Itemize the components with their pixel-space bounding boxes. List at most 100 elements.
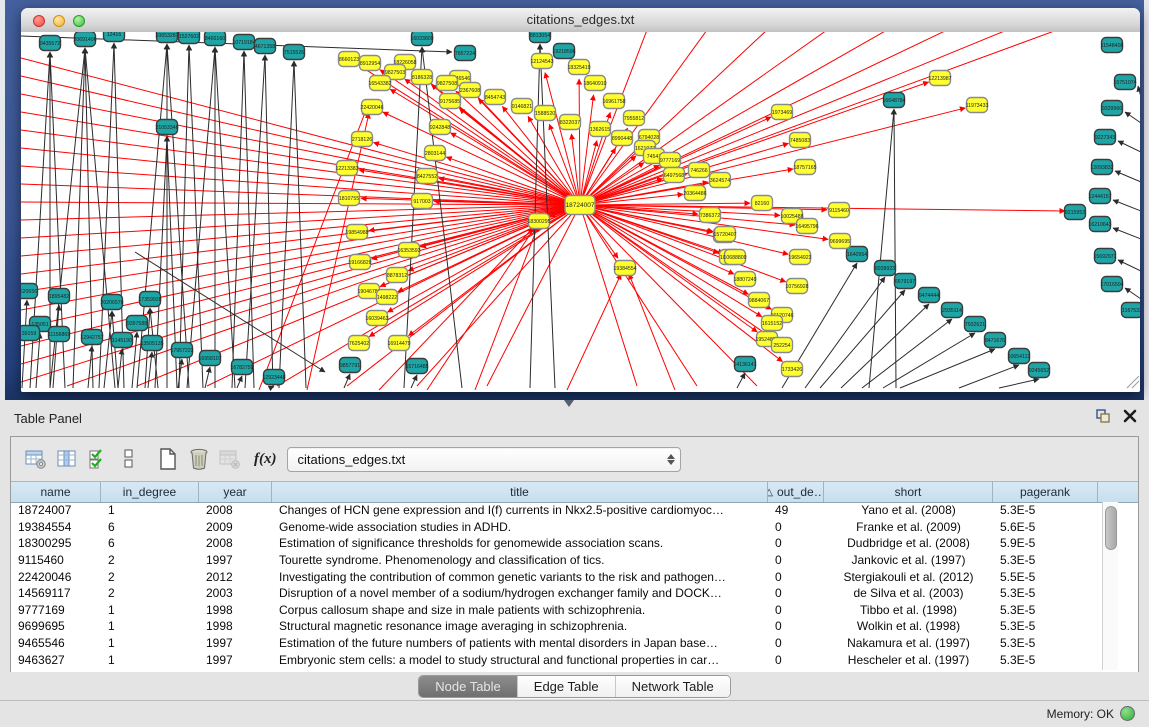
graph-node[interactable]: 7485083 bbox=[790, 133, 811, 148]
graph-node[interactable]: 7625402 bbox=[349, 336, 370, 351]
graph-node[interactable]: 8878312 bbox=[387, 268, 408, 283]
graph-node[interactable]: 7857224 bbox=[455, 46, 476, 61]
graph-node[interactable]: 18757165 bbox=[793, 160, 816, 175]
column-header-title[interactable]: title bbox=[272, 482, 768, 502]
graph-node[interactable]: 16648784 bbox=[882, 93, 905, 108]
table-row[interactable]: 969969511998Structural magnetic resonanc… bbox=[11, 618, 1102, 635]
graph-node[interactable]: 15751074 bbox=[1113, 75, 1136, 90]
graph-node[interactable]: 16961758 bbox=[602, 94, 625, 109]
graph-node[interactable]: 18325419 bbox=[567, 60, 590, 75]
window-resize-grip-icon[interactable] bbox=[1127, 376, 1139, 388]
graph-node[interactable]: 18640910 bbox=[583, 76, 606, 91]
graph-node[interactable]: 8466160 bbox=[205, 32, 226, 46]
graph-node[interactable]: 8471676 bbox=[985, 333, 1006, 348]
graph-node[interactable]: 6497568 bbox=[664, 168, 685, 183]
graph-node[interactable]: 2803144 bbox=[425, 146, 446, 161]
graph-node[interactable]: 16782759 bbox=[230, 360, 253, 375]
graph-node[interactable]: 19384554 bbox=[613, 261, 636, 276]
graph-node[interactable]: 9884067 bbox=[749, 293, 770, 308]
graph-node[interactable]: 19218596 bbox=[552, 44, 575, 59]
tab-network-table[interactable]: Network Table bbox=[616, 676, 730, 697]
graph-node[interactable]: 19854988 bbox=[345, 225, 368, 240]
graph-node[interactable]: 7932621 bbox=[965, 317, 986, 332]
graph-node[interactable]: 8427552 bbox=[417, 169, 438, 184]
graph-node[interactable]: 16543382 bbox=[368, 76, 391, 91]
graph-node[interactable]: 22420046 bbox=[360, 100, 383, 115]
graph-node[interactable]: 12213987 bbox=[928, 71, 951, 86]
delete-table-icon[interactable] bbox=[217, 446, 243, 472]
graph-node[interactable]: 12213383 bbox=[335, 161, 358, 176]
graph-node[interactable]: 8938923 bbox=[875, 261, 896, 276]
graph-node[interactable]: 12923448 bbox=[262, 370, 285, 385]
graph-node[interactable]: 2367608 bbox=[460, 83, 481, 98]
table-row[interactable]: 1830029562008Estimation of significance … bbox=[11, 535, 1102, 552]
table-settings-icon[interactable] bbox=[23, 446, 49, 472]
graph-node[interactable]: 9474444 bbox=[919, 288, 940, 303]
graph-node[interactable]: 2935114 bbox=[942, 303, 963, 318]
show-columns-icon[interactable] bbox=[54, 446, 80, 472]
graph-node[interactable]: 1362615 bbox=[590, 122, 611, 137]
graph-node[interactable]: 16210643 bbox=[1088, 217, 1111, 232]
network-canvas[interactable]: 9435572 20691406 12416 106532871527602 84661… bbox=[21, 32, 1140, 392]
graph-node[interactable]: 9227343 bbox=[1095, 130, 1116, 145]
graph-node[interactable]: 14136141 bbox=[733, 357, 756, 372]
graph-node[interactable]: 19654923 bbox=[788, 250, 811, 265]
column-header-in_degree[interactable]: in_degree bbox=[101, 482, 199, 502]
graph-node[interactable]: 1895482 bbox=[49, 289, 70, 304]
graph-node[interactable]: 20691406 bbox=[73, 32, 96, 47]
table-row[interactable]: 1456911722003Disruption of a novel membe… bbox=[11, 585, 1102, 602]
network-window-titlebar[interactable]: citations_edges.txt bbox=[21, 8, 1140, 33]
graph-node[interactable]: 15716485 bbox=[405, 359, 428, 374]
function-builder-icon[interactable]: f(x) bbox=[254, 451, 277, 468]
graph-node[interactable]: 10688809 bbox=[723, 250, 746, 265]
column-header-short[interactable]: short bbox=[824, 482, 993, 502]
graph-node[interactable]: 1810755 bbox=[339, 191, 360, 206]
graph-node[interactable]: 9699695 bbox=[830, 234, 851, 249]
graph-node[interactable]: 16033809 bbox=[410, 32, 433, 46]
graph-node[interactable]: 16495796 bbox=[795, 219, 818, 234]
graph-node[interactable]: 9857791 bbox=[340, 358, 361, 373]
graph-node[interactable]: 8912954 bbox=[360, 56, 381, 71]
graph-node[interactable]: 917003 bbox=[412, 194, 433, 209]
table-row[interactable]: 1938455462009Genome-wide association stu… bbox=[11, 519, 1102, 536]
graph-node[interactable]: 4671358 bbox=[255, 39, 276, 54]
float-panel-icon[interactable] bbox=[1095, 408, 1111, 429]
graph-node[interactable]: 9242848 bbox=[430, 120, 451, 135]
graph-node[interactable]: 82160 bbox=[752, 196, 773, 211]
graph-node[interactable]: 12416 bbox=[104, 32, 125, 42]
graph-node[interactable]: 15692971 bbox=[1093, 249, 1116, 264]
graph-node[interactable]: 12093832 bbox=[1090, 160, 1113, 175]
graph-node[interactable]: 7515526 bbox=[284, 45, 305, 60]
graph-node[interactable]: 9397588 bbox=[127, 316, 148, 331]
graph-node[interactable]: 11548408 bbox=[1101, 38, 1124, 53]
graph-node[interactable]: 10756928 bbox=[785, 279, 808, 294]
graph-node[interactable]: 1498222 bbox=[377, 290, 398, 305]
graph-node[interactable]: 8322037 bbox=[560, 115, 581, 130]
new-table-icon[interactable] bbox=[155, 446, 181, 472]
graph-node[interactable]: 1733426 bbox=[782, 362, 803, 377]
select-all-icon[interactable] bbox=[85, 446, 111, 472]
graph-node[interactable]: 1527602 bbox=[179, 32, 200, 44]
graph-node[interactable]: 13505135 bbox=[140, 336, 163, 351]
graph-node[interactable]: 1145190 bbox=[112, 333, 133, 348]
tab-edge-table[interactable]: Edge Table bbox=[518, 676, 616, 697]
graph-node[interactable]: 17957223 bbox=[170, 343, 193, 358]
table-scrollbar[interactable] bbox=[1102, 502, 1118, 670]
graph-node[interactable]: 10653287 bbox=[155, 32, 178, 43]
graph-node[interactable]: 18300295 bbox=[527, 214, 550, 229]
graph-node[interactable]: 16914479 bbox=[387, 336, 410, 351]
citation-network-graph[interactable]: 9435572 20691406 12416 106532871527602 84661… bbox=[21, 32, 1140, 392]
network-select-dropdown[interactable]: citations_edges.txt bbox=[287, 447, 681, 472]
delete-rows-icon[interactable] bbox=[186, 446, 212, 472]
column-header-out_de[interactable]: △out_de… bbox=[768, 482, 824, 502]
graph-node[interactable]: 7386372 bbox=[700, 208, 721, 223]
graph-node[interactable]: 746266 bbox=[689, 163, 710, 178]
column-header-pagerank[interactable]: pagerank bbox=[993, 482, 1098, 502]
graph-node[interactable]: 20206576 bbox=[100, 295, 123, 310]
graph-node[interactable]: 16958107 bbox=[198, 351, 221, 366]
graph-node[interactable]: 9175685 bbox=[440, 94, 461, 109]
graph-node[interactable]: 12124543 bbox=[530, 54, 553, 69]
graph-node[interactable]: 8813054 bbox=[530, 32, 551, 43]
graph-node[interactable]: 9435572 bbox=[40, 36, 61, 51]
graph-node[interactable]: 8186328 bbox=[412, 70, 433, 85]
